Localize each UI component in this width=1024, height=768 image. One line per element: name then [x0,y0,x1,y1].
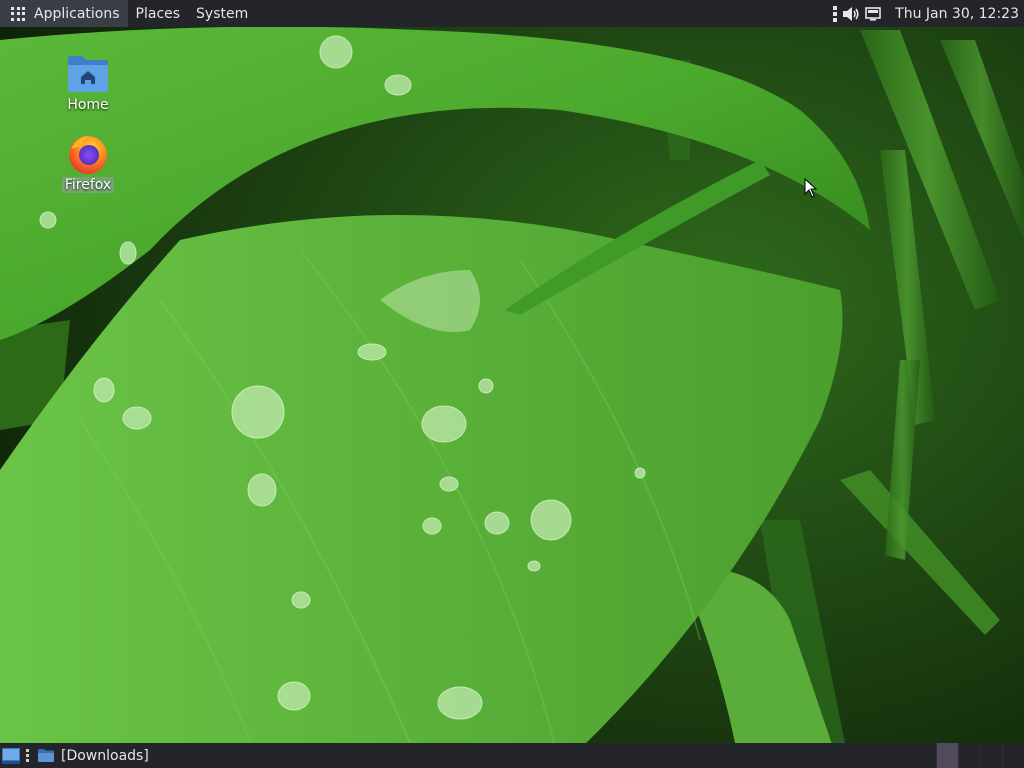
mouse-pointer-icon [804,178,818,198]
workspace-2[interactable] [958,743,980,768]
firefox-label: Firefox [61,177,115,193]
display-icon[interactable] [861,0,885,27]
system-label: System [196,5,249,22]
workspace-4[interactable] [1002,743,1024,768]
places-label: Places [135,5,181,22]
workspace-1[interactable] [936,743,958,768]
workspace-3[interactable] [980,743,1002,768]
folder-icon [38,749,54,762]
desktop-icon-home[interactable]: Home [58,52,118,113]
bottom-panel: [Downloads] [0,743,1024,768]
applications-label: Applications [34,5,120,22]
firefox-icon [66,132,110,176]
top-panel: Applications Places System Thu Jan 30, 1… [0,0,1024,27]
kebab-menu-icon[interactable] [829,0,841,27]
taskbar-item-downloads[interactable]: [Downloads] [32,743,332,768]
home-folder-icon [66,52,110,96]
clock[interactable]: Thu Jan 30, 12:23 [885,6,1024,22]
desktop[interactable]: Applications Places System Thu Jan 30, 1… [0,0,1024,768]
show-desktop-button[interactable] [0,743,22,768]
workspace-switcher [936,743,1024,768]
applications-menu[interactable]: Applications [0,0,128,27]
wallpaper [0,0,1024,768]
panel-handle[interactable] [22,743,32,768]
show-desktop-icon [2,747,20,764]
system-tray: Thu Jan 30, 12:23 [829,0,1024,27]
apps-grid-icon [11,6,25,21]
task-downloads-label: [Downloads] [61,747,149,764]
places-menu[interactable]: Places [128,0,189,27]
system-menu[interactable]: System [188,0,256,27]
desktop-icon-firefox[interactable]: Firefox [58,132,118,193]
volume-icon[interactable] [841,0,861,27]
home-label: Home [67,97,109,113]
